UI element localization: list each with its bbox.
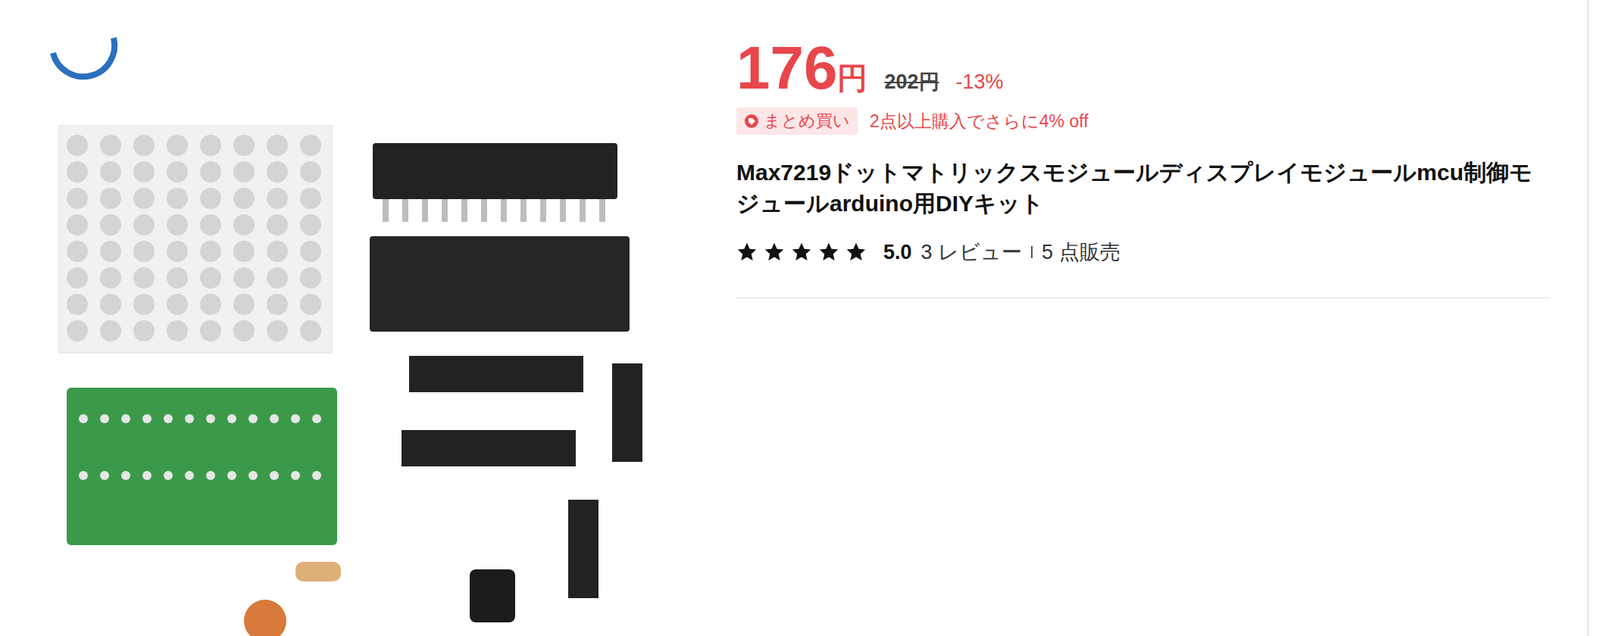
ic-socket: [369, 236, 630, 332]
divider: [736, 297, 1550, 299]
product-title: Max7219ドットマトリックスモジュールディスプレイモジュールmcu制御モジュ…: [736, 157, 1550, 219]
pin-header: [401, 430, 576, 467]
star-icon: [763, 241, 785, 263]
tag-icon: [743, 113, 760, 129]
product-photo: [22, 0, 686, 636]
star-rating: [736, 241, 867, 263]
product-image[interactable]: [22, 0, 686, 636]
ceramic-capacitor: [243, 600, 287, 636]
pcb-board: [66, 387, 338, 546]
pin-header: [612, 363, 643, 463]
review-count[interactable]: 3 レビュー: [921, 238, 1023, 266]
logo-icon: [53, 37, 115, 77]
discount: -13%: [956, 70, 1004, 94]
promo-text: 2点以上購入でさらに4% off: [869, 109, 1089, 134]
current-price: 176円: [736, 37, 868, 99]
panel-edge: [1587, 0, 1589, 636]
star-icon: [736, 241, 758, 263]
product-info: 176円 202円 -13% まとめ買い 2点以上購入でさらに4% off Ma…: [736, 0, 1550, 636]
dot-matrix: [59, 125, 332, 354]
star-icon: [790, 241, 813, 263]
max7219-chip: [372, 143, 618, 200]
star-icon: [845, 241, 867, 263]
separator: [1031, 246, 1033, 259]
resistor: [295, 562, 341, 582]
pin-header: [568, 500, 599, 599]
star-icon: [818, 241, 840, 263]
promo-row: まとめ買い 2点以上購入でさらに4% off: [736, 107, 1550, 135]
pin-header: [409, 356, 584, 393]
rating-score: 5.0: [883, 240, 913, 265]
rating-row: 5.0 3 レビュー 5 点販売: [736, 238, 1550, 266]
capacitor: [469, 569, 516, 623]
sold-count: 5 点販売: [1041, 238, 1121, 266]
product-page: 176円 202円 -13% まとめ買い 2点以上購入でさらに4% off Ma…: [0, 0, 1600, 636]
original-price: 202円: [884, 68, 939, 96]
bulk-badge: まとめ買い: [736, 107, 858, 135]
price-row: 176円 202円 -13%: [736, 37, 1550, 99]
